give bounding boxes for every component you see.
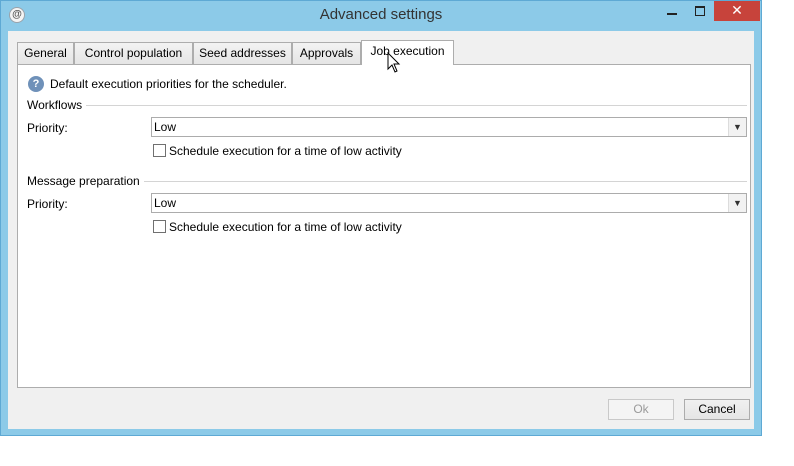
workflows-priority-select[interactable]: Low ▼ [151,117,747,137]
minimize-button[interactable] [657,1,687,21]
workflows-schedule-checkbox[interactable] [153,144,166,157]
chevron-down-icon[interactable]: ▼ [728,194,746,212]
tab-control-population[interactable]: Control population [74,42,193,64]
dialog-client-area: General Control population Seed addresse… [8,31,754,429]
message-preparation-schedule-checkbox[interactable] [153,220,166,233]
title-bar[interactable]: @ Advanced settings ✕ [1,1,761,31]
message-preparation-group-label: Message preparation [27,174,144,188]
info-text: Default execution priorities for the sch… [50,77,287,91]
close-button[interactable]: ✕ [714,1,760,21]
tab-general[interactable]: General [17,42,74,64]
window-title: Advanced settings [319,6,443,23]
message-preparation-schedule-checkbox-label[interactable]: Schedule execution for a time of low act… [169,220,402,234]
message-preparation-priority-select[interactable]: Low ▼ [151,193,747,213]
advanced-settings-window: @ Advanced settings ✕ General Control po… [0,0,762,436]
chevron-down-icon[interactable]: ▼ [728,118,746,136]
app-icon[interactable]: @ [9,7,25,23]
workflows-group-divider [27,105,747,106]
tab-job-execution[interactable]: Job execution [361,40,454,65]
mouse-pointer-icon [387,52,401,73]
cancel-button[interactable]: Cancel [684,399,750,420]
workflows-group-label: Workflows [27,98,87,112]
workflows-schedule-checkbox-label[interactable]: Schedule execution for a time of low act… [169,144,402,158]
message-preparation-priority-value: Low [154,196,177,210]
question-circle-icon: ? [28,76,44,92]
job-execution-panel: ? Default execution priorities for the s… [17,64,751,388]
maximize-button[interactable] [687,1,713,21]
tab-approvals[interactable]: Approvals [292,42,361,64]
ok-button[interactable]: Ok [608,399,674,420]
tab-seed-addresses[interactable]: Seed addresses [193,42,292,64]
workflows-priority-label: Priority: [27,121,68,135]
message-preparation-priority-label: Priority: [27,197,68,211]
workflows-priority-value: Low [154,120,177,134]
